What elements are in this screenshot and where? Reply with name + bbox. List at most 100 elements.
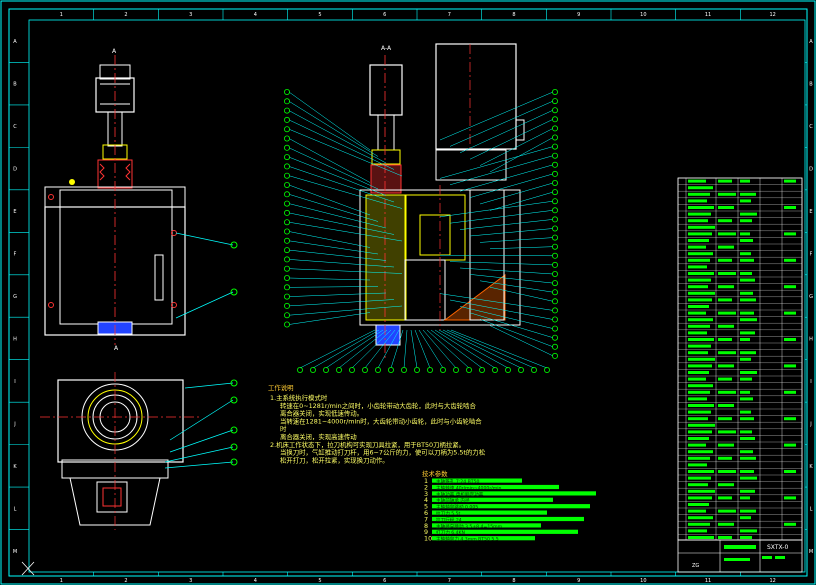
balloon bbox=[283, 181, 290, 188]
balloon bbox=[552, 189, 559, 196]
table-row bbox=[688, 212, 757, 216]
note-line: 离合器关闭，实现高速传动 bbox=[280, 432, 357, 441]
spec-text: 主轴功率 电机额定功率 bbox=[436, 491, 484, 498]
balloon bbox=[552, 170, 559, 177]
row-marker: F bbox=[14, 252, 17, 258]
balloon bbox=[283, 163, 290, 170]
row-marker: B bbox=[809, 82, 813, 88]
spec-text: 主轴转速 40r/min~4000r/min bbox=[436, 484, 502, 491]
balloon bbox=[426, 366, 433, 373]
table-row bbox=[688, 496, 796, 500]
balloon bbox=[552, 125, 559, 132]
row-marker: M bbox=[809, 549, 813, 555]
table-row bbox=[688, 483, 734, 487]
table-row bbox=[688, 324, 734, 328]
top-view bbox=[40, 372, 238, 530]
table-row bbox=[688, 192, 756, 196]
table-row bbox=[688, 503, 709, 506]
table-row bbox=[688, 245, 734, 249]
table-row bbox=[688, 423, 715, 427]
row-marker: L bbox=[810, 506, 813, 512]
table-row bbox=[688, 430, 752, 434]
table-row bbox=[688, 450, 753, 454]
motor-outline bbox=[435, 43, 517, 150]
note-line: 时 bbox=[280, 424, 287, 433]
balloon bbox=[283, 265, 290, 272]
row-marker: G bbox=[809, 294, 813, 300]
balloon bbox=[552, 280, 559, 287]
row-marker: F bbox=[810, 252, 813, 258]
row-marker: H bbox=[809, 336, 813, 342]
balloon bbox=[400, 366, 407, 373]
section-label-bottom: A bbox=[114, 345, 119, 352]
row-marker: C bbox=[13, 124, 17, 130]
balloon bbox=[283, 144, 290, 151]
work-notes: 工作说明 1.主系统执行模式时转速在0~1281r/min之间时，小齿轮带动大齿… bbox=[268, 383, 596, 543]
spec-text: 主轴轴向力 4.3mm BT50 5.5 bbox=[436, 536, 499, 543]
balloon bbox=[283, 154, 290, 161]
column-marker: 1 bbox=[60, 578, 63, 584]
spec-text: 拉刀力 5.5t bbox=[436, 510, 461, 517]
balloon bbox=[283, 312, 290, 319]
row-marker: G bbox=[13, 294, 17, 300]
balloon bbox=[531, 366, 538, 373]
row-marker: E bbox=[13, 209, 16, 215]
column-marker: 4 bbox=[254, 578, 257, 584]
table-row bbox=[688, 338, 796, 341]
table-row bbox=[688, 417, 796, 421]
balloon bbox=[283, 89, 290, 96]
balloon bbox=[322, 366, 329, 373]
balloon bbox=[552, 98, 559, 105]
column-marker: 1 bbox=[60, 12, 63, 18]
balloon bbox=[283, 237, 290, 244]
row-marker: C bbox=[809, 124, 813, 130]
note-line: 松开打刀，松开拉紧，实现换刀动作。 bbox=[280, 455, 389, 464]
balloon bbox=[552, 161, 559, 168]
column-marker: 2 bbox=[124, 12, 127, 18]
table-row bbox=[688, 397, 753, 401]
spec-text: 主轴锥孔 7:24 BT50 bbox=[436, 478, 479, 485]
column-marker: 4 bbox=[254, 12, 257, 18]
row-marker: D bbox=[809, 167, 813, 173]
column-marker: 9 bbox=[577, 578, 580, 584]
row-marker: K bbox=[809, 464, 813, 470]
balloon bbox=[283, 116, 290, 123]
table-row bbox=[688, 443, 796, 447]
table-row bbox=[688, 344, 711, 348]
table-row bbox=[688, 463, 707, 467]
row-marker: I bbox=[14, 379, 15, 385]
table-row bbox=[688, 410, 751, 414]
table-row bbox=[688, 232, 796, 236]
balloon bbox=[283, 284, 290, 291]
table-row bbox=[688, 219, 752, 223]
table-row bbox=[688, 239, 753, 242]
balloon bbox=[552, 134, 559, 141]
table-row bbox=[688, 199, 751, 203]
column-marker: 11 bbox=[705, 578, 711, 584]
balloon bbox=[552, 343, 559, 350]
balloon bbox=[552, 107, 559, 114]
balloon bbox=[552, 207, 559, 214]
table-row bbox=[688, 318, 757, 322]
balloon bbox=[283, 209, 290, 216]
column-marker: 5 bbox=[318, 12, 321, 18]
balloon bbox=[452, 366, 459, 373]
balloon bbox=[552, 216, 559, 223]
notes-title: 工作说明 bbox=[268, 383, 294, 392]
table-row bbox=[688, 390, 796, 394]
balloon bbox=[283, 293, 290, 300]
column-marker: 7 bbox=[448, 578, 451, 584]
spec-text: 主轴前轴承 内径 bbox=[436, 497, 470, 504]
table-row bbox=[688, 206, 796, 209]
note-line: 1.主系统执行模式时 bbox=[270, 393, 328, 402]
balloon bbox=[552, 252, 559, 259]
table-row bbox=[688, 516, 751, 520]
balloon bbox=[283, 98, 290, 105]
spec-number: 10 bbox=[424, 535, 432, 543]
table-row bbox=[688, 278, 755, 282]
balloon bbox=[283, 302, 290, 309]
balloon bbox=[491, 366, 498, 373]
table-row bbox=[688, 456, 756, 460]
table-row bbox=[688, 252, 751, 256]
note-line: 2.机床工作状态下，拉刀机构可实现刀具拉紧，用于BT50刀柄拉紧。 bbox=[270, 440, 465, 449]
